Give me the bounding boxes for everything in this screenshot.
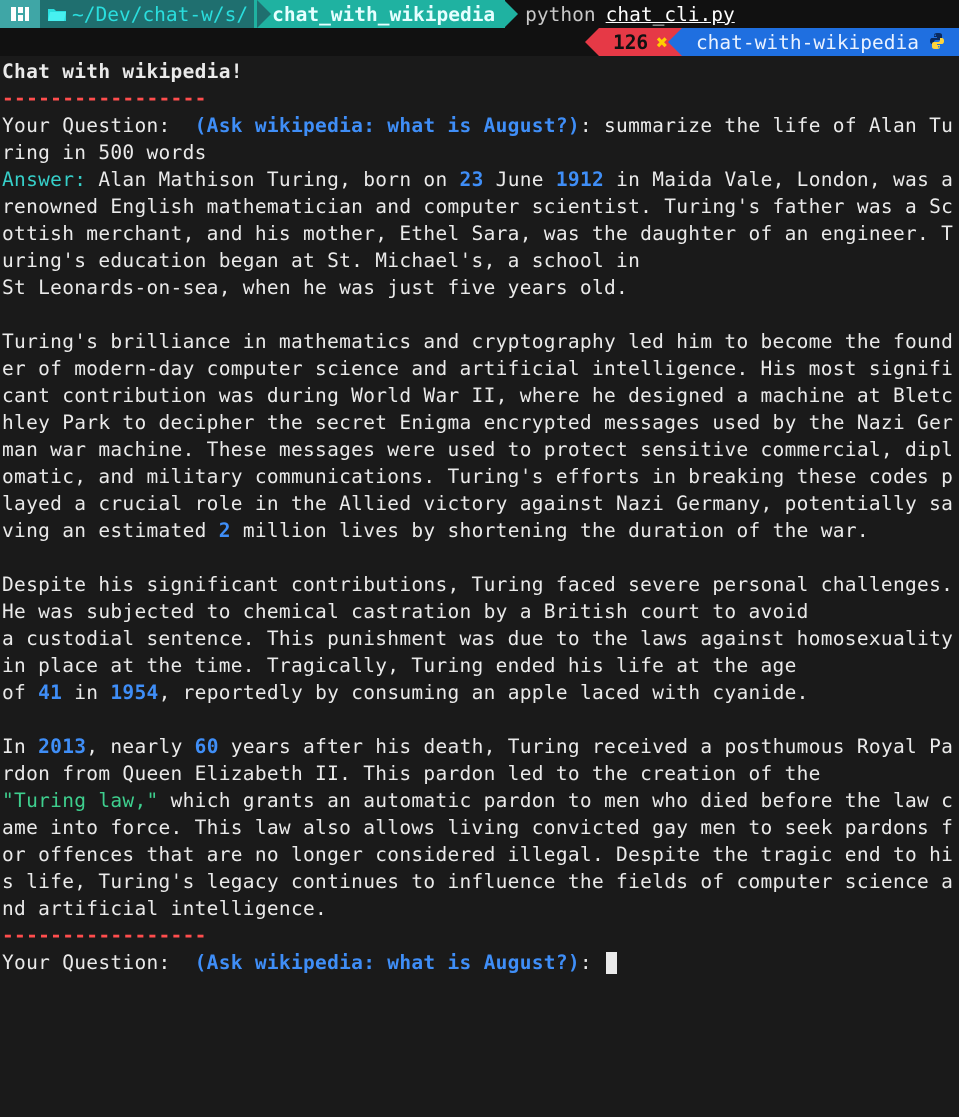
- divider: -----------------: [2, 87, 207, 110]
- tab-bar: 126 ✖ chat-with-wikipedia: [0, 28, 959, 56]
- python-icon: [929, 29, 945, 56]
- status-bar: ~/Dev/chat-w/s/ chat_with_wikipedia pyth…: [0, 0, 959, 28]
- cursor[interactable]: [606, 952, 617, 974]
- path-current: chat_with_wikipedia: [272, 1, 495, 28]
- tab-label: chat-with-wikipedia: [696, 29, 919, 56]
- close-icon[interactable]: ✖: [656, 29, 668, 56]
- tab-count-number: 126: [613, 29, 648, 56]
- question-hint: (Ask wikipedia: what is August?): [195, 951, 580, 974]
- question-hint: (Ask wikipedia: what is August?): [195, 114, 580, 137]
- path-prefix: ~/Dev/chat-w/s/: [72, 1, 248, 28]
- path-breadcrumb: ~/Dev/chat-w/s/ chat_with_wikipedia: [40, 0, 505, 28]
- question-colon: :: [580, 951, 604, 974]
- interpreter: python: [525, 1, 595, 28]
- terminal-output[interactable]: Chat with wikipedia! ----------------- Y…: [0, 56, 959, 976]
- question-label: Your Question:: [2, 114, 195, 137]
- answer-body: Alan Mathison Turing, born on 23 June 19…: [2, 168, 959, 920]
- command: python chat_cli.py: [505, 0, 735, 28]
- divider: -----------------: [2, 924, 207, 947]
- question-label: Your Question:: [2, 951, 195, 974]
- app-title: Chat with wikipedia!: [2, 60, 243, 83]
- folder-icon: [48, 1, 66, 28]
- tab-project[interactable]: chat-with-wikipedia: [682, 28, 959, 56]
- question-colon: :: [580, 114, 604, 137]
- answer-label: Answer:: [2, 168, 86, 191]
- wm-logo-icon: [0, 0, 40, 28]
- script-file: chat_cli.py: [606, 1, 735, 28]
